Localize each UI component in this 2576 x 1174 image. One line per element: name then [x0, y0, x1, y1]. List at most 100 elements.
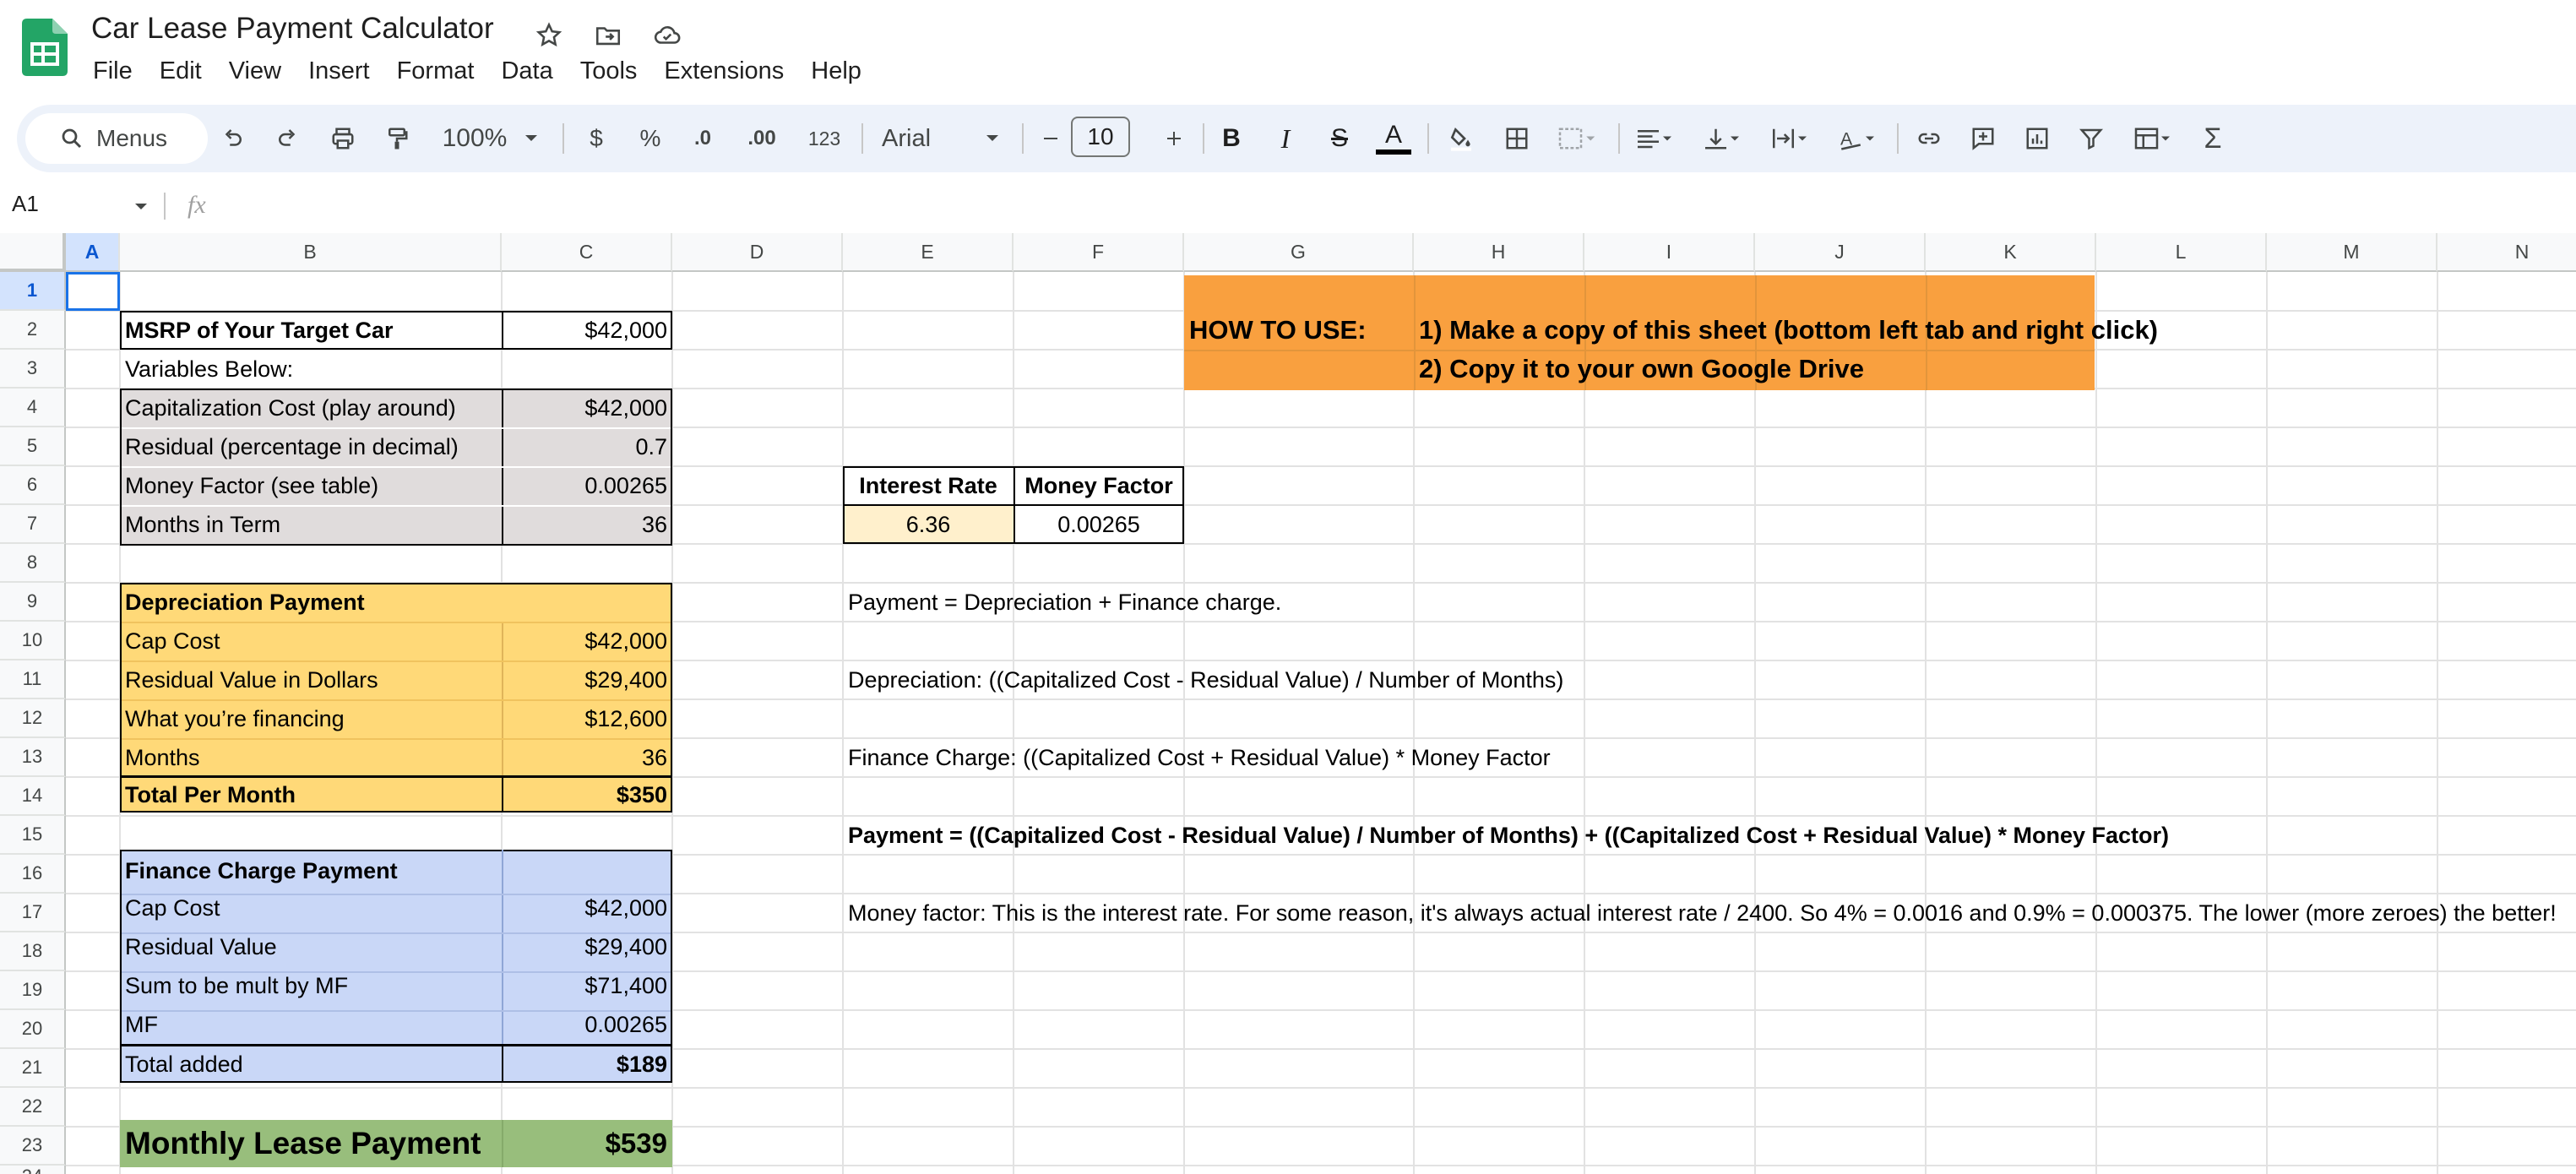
column-header-f[interactable]: F: [1014, 233, 1184, 272]
depreciation-value[interactable]: $29,400: [502, 660, 672, 699]
depreciation-label[interactable]: Months: [120, 738, 205, 777]
row-header[interactable]: 13: [0, 738, 66, 777]
interest-rate-value[interactable]: 6.36: [843, 505, 1014, 544]
row-header[interactable]: 24: [0, 1166, 66, 1174]
note-payment[interactable]: Payment = Depreciation + Finance charge.: [843, 583, 1286, 622]
note-money-factor[interactable]: Money factor: This is the interest rate.…: [843, 894, 2562, 932]
menu-help[interactable]: Help: [801, 54, 872, 89]
strikethrough-icon[interactable]: S: [1319, 105, 1360, 172]
menu-data[interactable]: Data: [491, 54, 562, 89]
paint-format-icon[interactable]: [377, 105, 417, 172]
variable-label[interactable]: Residual (percentage in decimal): [120, 427, 464, 466]
font-chevron-down-icon[interactable]: [980, 105, 1005, 172]
print-icon[interactable]: [323, 105, 363, 172]
move-folder-icon[interactable]: [590, 17, 627, 54]
variable-label[interactable]: Capitalization Cost (play around): [120, 389, 461, 427]
undo-icon[interactable]: [213, 105, 253, 172]
column-header-m[interactable]: M: [2267, 233, 2437, 272]
row-header[interactable]: 11: [0, 660, 66, 699]
menu-insert[interactable]: Insert: [298, 54, 380, 89]
row-header[interactable]: 6: [0, 466, 66, 505]
vertical-align-icon[interactable]: [1694, 105, 1750, 172]
menu-tools[interactable]: Tools: [570, 54, 648, 89]
row-header[interactable]: 21: [0, 1049, 66, 1088]
note-finance[interactable]: Finance Charge: ((Capitalized Cost + Res…: [843, 738, 1556, 777]
column-header-b[interactable]: B: [120, 233, 502, 272]
variables-label[interactable]: Variables Below:: [120, 350, 298, 389]
row-header[interactable]: 8: [0, 544, 66, 583]
row-header[interactable]: 20: [0, 1010, 66, 1049]
column-header-h[interactable]: H: [1414, 233, 1584, 272]
select-all-corner[interactable]: [0, 233, 66, 272]
insert-chart-icon[interactable]: [2017, 105, 2057, 172]
depreciation-label[interactable]: What you’re financing: [120, 699, 350, 738]
depreciation-label[interactable]: Cap Cost: [120, 622, 226, 660]
row-header[interactable]: 9: [0, 583, 66, 622]
borders-icon[interactable]: [1497, 105, 1537, 172]
row-header[interactable]: 12: [0, 699, 66, 738]
depreciation-total-label[interactable]: Total Per Month: [120, 775, 301, 814]
depreciation-header[interactable]: Depreciation Payment: [120, 583, 370, 622]
bold-icon[interactable]: B: [1211, 105, 1252, 172]
column-header-a[interactable]: A: [66, 233, 120, 272]
percent-format-button[interactable]: %: [630, 105, 671, 172]
row-header[interactable]: 1: [0, 272, 66, 311]
currency-format-button[interactable]: $: [576, 105, 617, 172]
increase-decimal-button[interactable]: .00: [736, 105, 787, 172]
name-box[interactable]: A1: [12, 191, 39, 217]
functions-sigma-icon[interactable]: Σ: [2193, 105, 2233, 172]
finance-value[interactable]: $29,400: [502, 927, 672, 966]
italic-icon[interactable]: I: [1265, 105, 1306, 172]
filter-views-icon[interactable]: [2125, 105, 2181, 172]
column-header-d[interactable]: D: [672, 233, 843, 272]
column-header-l[interactable]: L: [2096, 233, 2267, 272]
document-title[interactable]: Car Lease Payment Calculator: [91, 12, 494, 46]
finance-header[interactable]: Finance Charge Payment: [120, 850, 403, 892]
row-header[interactable]: 22: [0, 1088, 66, 1127]
more-formats-button[interactable]: 123: [801, 105, 848, 172]
row-header[interactable]: 3: [0, 350, 66, 389]
finance-label[interactable]: Sum to be mult by MF: [120, 966, 353, 1005]
sheets-logo-icon[interactable]: [22, 19, 68, 76]
money-factor-value[interactable]: 0.00265: [1014, 505, 1184, 544]
note-depreciation[interactable]: Depreciation: ((Capitalized Cost - Resid…: [843, 660, 1568, 699]
monthly-payment-value[interactable]: $539: [502, 1120, 672, 1167]
row-header[interactable]: 23: [0, 1127, 66, 1166]
variable-value[interactable]: $42,000: [502, 389, 672, 427]
depreciation-value[interactable]: 36: [502, 738, 672, 777]
finance-total-value[interactable]: $189: [502, 1046, 672, 1083]
zoom-select[interactable]: 100%: [431, 105, 519, 172]
text-rotation-icon[interactable]: A: [1829, 105, 1885, 172]
msrp-value[interactable]: $42,000: [502, 311, 672, 350]
text-color-icon[interactable]: A: [1373, 105, 1414, 172]
menu-format[interactable]: Format: [387, 54, 485, 89]
variable-label[interactable]: Money Factor (see table): [120, 466, 383, 505]
finance-label[interactable]: Cap Cost: [120, 889, 226, 927]
menu-extensions[interactable]: Extensions: [654, 54, 794, 89]
insert-comment-icon[interactable]: [1963, 105, 2003, 172]
filter-icon[interactable]: [2071, 105, 2111, 172]
finance-label[interactable]: Residual Value: [120, 927, 282, 966]
depreciation-label[interactable]: Residual Value in Dollars: [120, 660, 383, 699]
row-header[interactable]: 18: [0, 932, 66, 971]
column-header-i[interactable]: I: [1584, 233, 1755, 272]
msrp-label[interactable]: MSRP of Your Target Car: [120, 311, 502, 350]
decrease-font-size-icon[interactable]: [1030, 105, 1071, 172]
text-wrapping-icon[interactable]: [1762, 105, 1818, 172]
variable-value[interactable]: 0.00265: [502, 466, 672, 505]
column-header-n[interactable]: N: [2437, 233, 2576, 272]
menu-edit[interactable]: Edit: [149, 54, 212, 89]
font-size-input[interactable]: 10: [1071, 117, 1130, 157]
row-header[interactable]: 4: [0, 389, 66, 427]
finance-value[interactable]: $71,400: [502, 966, 672, 1005]
variable-value[interactable]: 36: [502, 505, 672, 544]
align-left-icon[interactable]: [1627, 105, 1682, 172]
name-box-chevron-down-icon[interactable]: [133, 201, 149, 216]
menu-file[interactable]: File: [93, 54, 143, 89]
formula-input[interactable]: [233, 191, 2514, 220]
monthly-payment-label[interactable]: Monthly Lease Payment: [120, 1120, 486, 1167]
finance-value[interactable]: 0.00265: [502, 1005, 672, 1044]
finance-value[interactable]: $42,000: [502, 889, 672, 927]
row-header[interactable]: 19: [0, 971, 66, 1010]
redo-icon[interactable]: [267, 105, 307, 172]
